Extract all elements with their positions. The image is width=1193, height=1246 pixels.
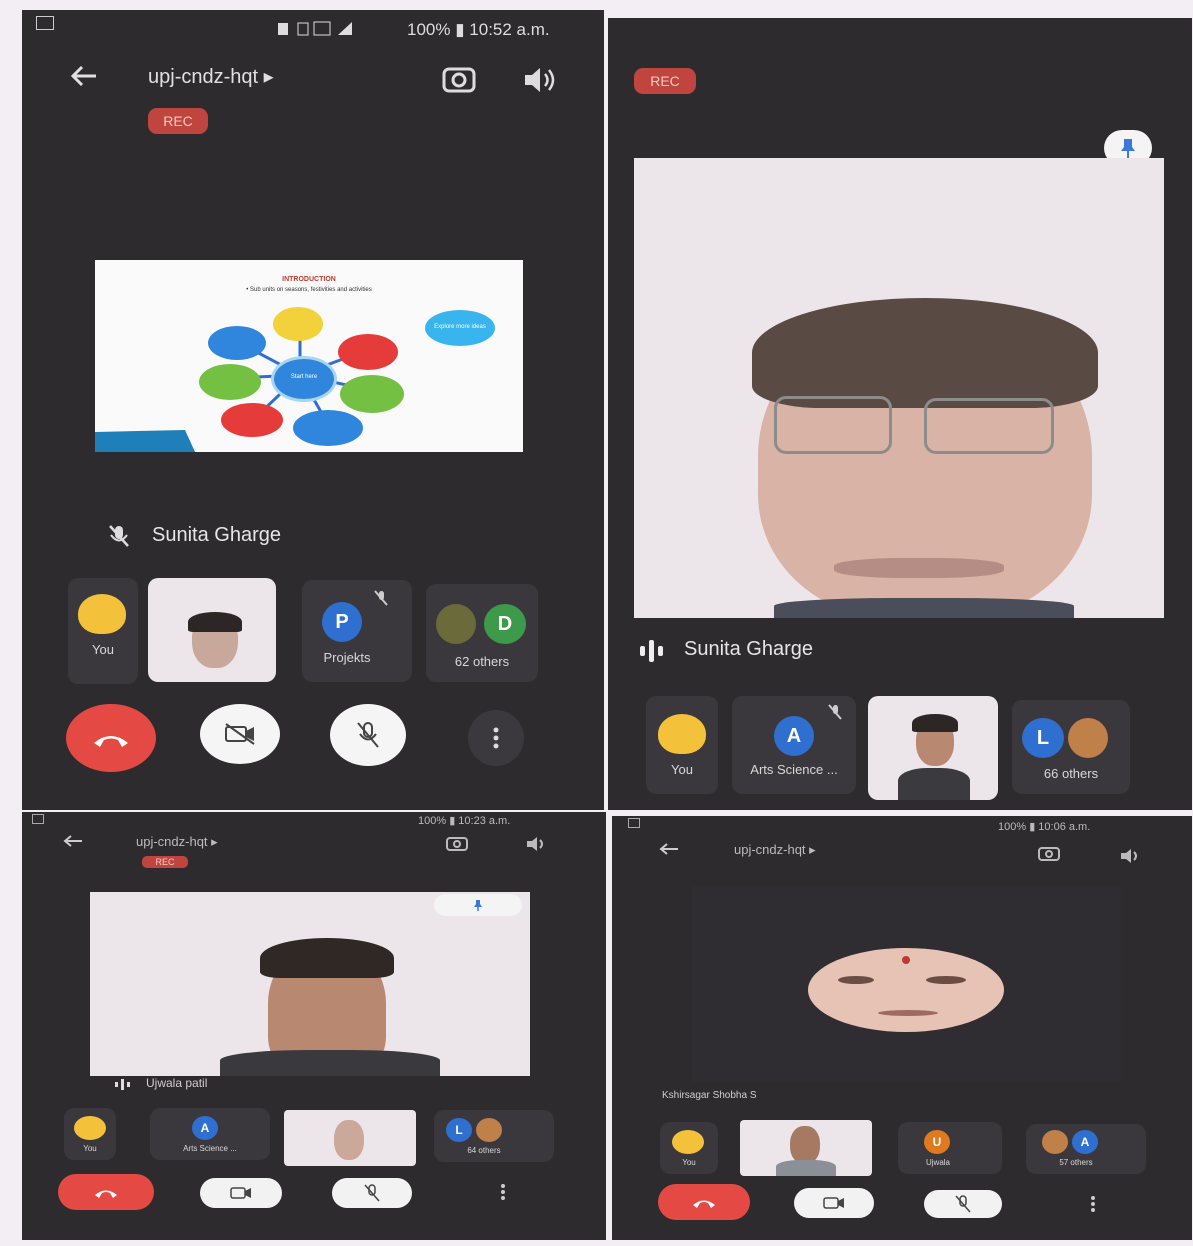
recording-badge: REC [634, 68, 696, 94]
avatar: L [446, 1118, 472, 1142]
avatar: A [774, 716, 814, 756]
avatar [1068, 718, 1108, 758]
speaker-name: Kshirsagar Shobha S [662, 1090, 757, 1101]
presenter-name: Sunita Gharge [152, 524, 281, 546]
diagram-node [208, 326, 266, 360]
speaker-icon[interactable] [1120, 848, 1142, 864]
mic-off-icon [828, 704, 842, 720]
speaker-face [808, 948, 1004, 1032]
switch-camera-icon[interactable] [446, 836, 468, 852]
diagram-node [340, 375, 404, 413]
pin-button[interactable] [434, 894, 522, 916]
avatar [672, 1130, 704, 1154]
meeting-code[interactable]: upj-cndz-hqt ▸ [734, 842, 816, 858]
presentation-slide: INTRODUCTION • Sub units on seasons, fes… [95, 260, 523, 452]
camera-toggle-button[interactable] [200, 704, 280, 764]
speaker-name: Sunita Gharge [684, 638, 813, 660]
avatar [78, 594, 126, 634]
end-call-button[interactable] [58, 1174, 154, 1210]
recording-badge: REC [142, 856, 188, 868]
switch-camera-icon[interactable] [1038, 846, 1060, 862]
notification-icon [36, 16, 54, 30]
end-call-button[interactable] [66, 704, 156, 772]
camera-toggle-button[interactable] [794, 1188, 874, 1218]
status-bar-text: 100% ▮ 10:23 a.m. [418, 815, 511, 827]
participant-tile-you[interactable]: You [646, 696, 718, 794]
avatar [74, 1116, 106, 1140]
avatar [1042, 1130, 1068, 1154]
speaker-icon[interactable] [526, 836, 548, 852]
speaker-name: Ujwala patil [146, 1076, 208, 1090]
avatar [658, 714, 706, 754]
main-speaker-video [634, 158, 1164, 618]
avatar: D [484, 604, 526, 644]
back-arrow-icon[interactable] [68, 64, 100, 88]
meet-screenshot-speaker-view: REC Sunita Gharge You A Arts Science ...… [608, 18, 1192, 810]
status-bar-text: 100% ▮ 10:06 a.m. [998, 821, 1091, 833]
participant-tile-u[interactable]: U Ujwala [898, 1122, 1002, 1174]
participant-tile-you[interactable]: You [64, 1108, 116, 1160]
participant-tile-p[interactable]: P Projekts [302, 580, 412, 682]
notification-icon [628, 818, 640, 828]
participant-tile-a[interactable]: A Arts Science ... [150, 1108, 270, 1160]
side-note-bubble: Explore more ideas [425, 310, 495, 346]
avatar: L [1022, 718, 1064, 758]
avatar [476, 1118, 502, 1142]
mic-toggle-button[interactable] [330, 704, 406, 766]
participant-tile-others[interactable]: D 62 others [426, 584, 538, 682]
avatar: A [1072, 1130, 1098, 1154]
avatar [436, 604, 476, 644]
mic-toggle-button[interactable] [332, 1178, 412, 1208]
participant-tile-a[interactable]: A Arts Science ... [732, 696, 856, 794]
diagram-node [338, 334, 398, 370]
more-vert-icon [493, 727, 499, 749]
speaker-icon[interactable] [522, 66, 556, 94]
meeting-code[interactable]: upj-cndz-hqt ▸ [136, 834, 218, 850]
back-arrow-icon[interactable] [658, 842, 680, 856]
end-call-button[interactable] [658, 1184, 750, 1220]
speaking-indicator-icon [114, 1078, 132, 1090]
participant-video-tile[interactable] [740, 1120, 872, 1176]
meet-screenshot-small-2: 100% ▮ 10:06 a.m. upj-cndz-hqt ▸ Kshirsa… [612, 816, 1192, 1240]
main-speaker-video [692, 886, 1122, 1082]
status-bar-text: 100% ▮ 10:52 a.m. [407, 20, 550, 39]
participant-video-tile[interactable] [148, 578, 276, 682]
diagram-node [199, 364, 261, 400]
participant-video-tile[interactable] [868, 696, 998, 800]
avatar: U [924, 1130, 950, 1154]
back-arrow-icon[interactable] [62, 834, 84, 848]
participant-tile-others[interactable]: L 64 others [434, 1110, 554, 1162]
meet-screenshot-presentation: 100% ▮ 10:52 a.m. upj-cndz-hqt ▸ REC INT… [22, 10, 604, 810]
more-vert-icon[interactable] [1090, 1196, 1096, 1212]
diagram-center-node: Start here [271, 356, 337, 402]
participant-tile-others[interactable]: L 66 others [1012, 700, 1130, 794]
avatar: P [322, 602, 362, 642]
camera-toggle-button[interactable] [200, 1178, 282, 1208]
meeting-code[interactable]: upj-cndz-hqt ▸ [148, 64, 274, 89]
meet-screenshot-small-1: 100% ▮ 10:23 a.m. upj-cndz-hqt ▸ REC Ujw… [22, 812, 606, 1240]
diagram-node [221, 403, 283, 437]
avatar: A [192, 1116, 218, 1140]
diagram-node [273, 307, 323, 341]
signal-icon [278, 20, 398, 36]
pin-icon [1121, 139, 1135, 158]
speaking-indicator-icon [638, 638, 668, 662]
participant-tile-others[interactable]: A 57 others [1026, 1124, 1146, 1174]
mic-off-icon [374, 590, 388, 606]
more-vert-icon[interactable] [500, 1184, 506, 1200]
recording-badge: REC [148, 108, 208, 134]
main-speaker-video [90, 892, 530, 1076]
participant-video-tile[interactable] [284, 1110, 416, 1166]
diagram-node [293, 410, 363, 446]
mic-toggle-button[interactable] [924, 1190, 1002, 1218]
notification-icon [32, 814, 44, 824]
more-options-button[interactable] [468, 710, 524, 766]
pin-icon [474, 900, 482, 911]
participant-tile-you[interactable]: You [68, 578, 138, 684]
participant-tile-you[interactable]: You [660, 1122, 718, 1174]
mic-off-icon [108, 524, 130, 548]
switch-camera-icon[interactable] [442, 64, 476, 94]
